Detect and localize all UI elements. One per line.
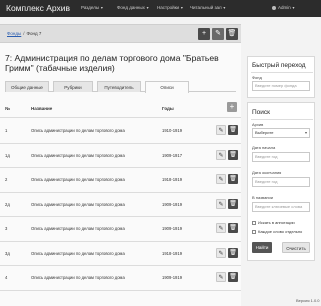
- trash-icon[interactable]: 🗑: [228, 125, 238, 135]
- breadcrumb: Фонды / Фонд 7: [7, 31, 42, 36]
- row-years: 1909-1919: [162, 201, 183, 207]
- annotation-checkbox[interactable]: [252, 220, 256, 225]
- menu-settings[interactable]: Настройки▼: [157, 5, 184, 10]
- row-number: 2: [5, 177, 8, 182]
- chevron-down-icon: ▾: [304, 130, 307, 135]
- search-title: Поиск: [252, 109, 271, 116]
- app-brand[interactable]: Комплекс Архив: [6, 3, 70, 13]
- caret-down-icon: ▼: [100, 6, 104, 10]
- caret-down-icon: ▼: [180, 6, 184, 10]
- clear-button[interactable]: Очистить: [282, 242, 310, 253]
- name-search-label: В названии: [252, 195, 273, 200]
- edit-button[interactable]: ✎: [212, 28, 224, 40]
- edit-icon[interactable]: ✎: [216, 272, 226, 282]
- date-end-input[interactable]: Введите год: [252, 177, 310, 187]
- tab-rubrics[interactable]: Рубрики: [53, 81, 93, 92]
- breadcrumb-fonds-link[interactable]: Фонды: [7, 31, 21, 36]
- row-divider: [0, 289, 241, 291]
- divider: [251, 119, 313, 120]
- page-title: 7: Администрация по делам торгового дома…: [5, 53, 219, 73]
- user-menu[interactable]: Admin▼: [272, 5, 295, 10]
- trash-icon[interactable]: 🗑: [228, 223, 238, 233]
- row-number: 3: [5, 226, 8, 231]
- row-name[interactable]: Опись администрации по делам торгового д…: [31, 128, 125, 133]
- edit-icon[interactable]: ✎: [216, 125, 226, 135]
- row-number: 1: [5, 128, 8, 133]
- column-header-years: Годы: [162, 106, 174, 111]
- find-button[interactable]: Найти: [252, 242, 272, 253]
- trash-icon[interactable]: 🗑: [228, 247, 238, 258]
- divider: [251, 72, 313, 73]
- row-years: 1909-1919: [162, 275, 183, 280]
- top-navbar: Комплекс Архив Разделы▼ Фонд данных▼ Нас…: [0, 0, 321, 17]
- quick-jump-title: Быстрый переход: [252, 62, 306, 69]
- row-years: 1918-1919: [162, 250, 183, 256]
- trash-icon[interactable]: 🗑: [228, 149, 238, 160]
- trash-icon[interactable]: 🗑: [228, 198, 238, 209]
- row-name[interactable]: Опись администрации по делам торгового д…: [31, 226, 125, 231]
- edit-icon[interactable]: ✎: [216, 174, 226, 184]
- menu-sections[interactable]: Разделы▼: [81, 5, 104, 10]
- tab-general[interactable]: Общие данные: [5, 81, 49, 92]
- row-name[interactable]: Опись администрации по делам торгового д…: [31, 251, 125, 256]
- date-start-label: Дата начала: [252, 145, 276, 150]
- tab-bar: Общие данные Рубрики Путеводитель Описи: [5, 80, 236, 93]
- edit-icon[interactable]: ✎: [216, 247, 226, 258]
- add-button[interactable]: +: [198, 28, 210, 40]
- trash-icon[interactable]: 🗑: [228, 174, 238, 184]
- row-name[interactable]: Опись администрации по делам торгового д…: [31, 177, 125, 182]
- caret-down-icon: ▼: [145, 6, 150, 10]
- each-word-checkbox[interactable]: [252, 229, 256, 234]
- caret-down-icon: ▼: [291, 6, 296, 10]
- edit-icon[interactable]: ✎: [216, 149, 226, 160]
- row-number: 4: [5, 275, 8, 280]
- row-years: 1918-1919: [162, 177, 183, 182]
- column-header-num: №: [5, 106, 11, 111]
- trash-icon[interactable]: 🗑: [228, 272, 238, 282]
- menu-fond-data[interactable]: Фонд данных▼: [117, 5, 149, 10]
- delete-button[interactable]: 🗑: [226, 28, 238, 40]
- row-number: 1д: [5, 152, 10, 158]
- row-number: 2д: [5, 201, 10, 207]
- caret-down-icon: ▼: [222, 6, 227, 10]
- row-years: 1909-1917: [162, 152, 183, 158]
- user-icon: [272, 5, 276, 10]
- tab-guide[interactable]: Путеводитель: [97, 81, 141, 92]
- fond-number-input[interactable]: Введите номер фонда: [252, 81, 310, 91]
- archive-label: Архив: [252, 122, 264, 127]
- breadcrumb-current: Фонд 7: [26, 31, 42, 36]
- each-word-checkbox-row[interactable]: Каждое слово отдельно: [252, 229, 302, 234]
- date-start-input[interactable]: Введите год: [252, 152, 310, 162]
- edit-icon[interactable]: ✎: [216, 223, 226, 233]
- annotation-checkbox-row[interactable]: Искать в аннотации: [252, 220, 295, 225]
- row-years: 1909-1919: [162, 226, 183, 231]
- add-inventory-button[interactable]: +: [227, 102, 237, 112]
- column-header-name: Название: [31, 106, 53, 111]
- row-name[interactable]: Опись администрации по делам торгового д…: [31, 153, 125, 158]
- row-number: 3д: [5, 250, 10, 256]
- edit-icon[interactable]: ✎: [216, 198, 226, 209]
- keywords-input[interactable]: Введите ключевые слова: [252, 202, 310, 212]
- date-end-label: Дата окончания: [252, 170, 282, 175]
- menu-reading-room[interactable]: Читальный зал▼: [190, 5, 226, 10]
- archive-select[interactable]: Выберите ▾: [252, 128, 310, 138]
- version-text: Версия 1.0.0: [296, 298, 320, 303]
- row-years: 1910-1919: [162, 128, 183, 133]
- row-name[interactable]: Опись администрации по делам торгового д…: [31, 275, 125, 280]
- tab-inventories[interactable]: Описи: [145, 81, 189, 93]
- fond-label: Фонд: [252, 75, 262, 80]
- row-name[interactable]: Опись администрации по делам торгового д…: [31, 202, 125, 207]
